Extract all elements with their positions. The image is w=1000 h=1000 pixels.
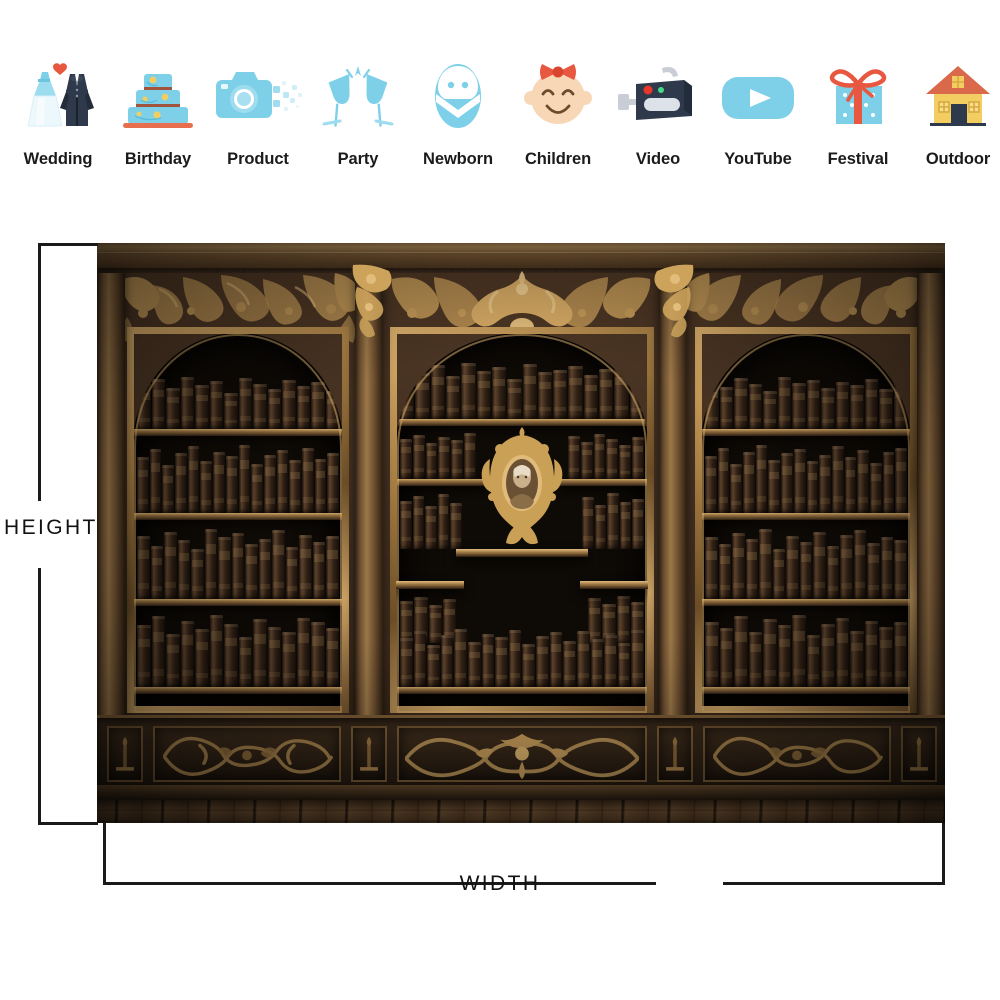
height-bracket-line-lower: [38, 568, 41, 825]
shelf-board: [701, 513, 911, 520]
book-row: [701, 529, 911, 599]
category-label: Children: [524, 150, 592, 168]
book-row: [701, 445, 911, 513]
shelf-board: [396, 479, 484, 486]
top-cornice-molding: [97, 243, 945, 269]
arched-opening-right: [701, 333, 911, 707]
category-label: Video: [635, 150, 681, 168]
base-panel-carved: [153, 726, 341, 782]
product-photo[interactable]: [97, 243, 945, 823]
category-label: Festival: [827, 150, 889, 168]
category-label: Wedding: [23, 150, 93, 168]
base-panel-carved-center: [397, 726, 647, 782]
category-item-youtube[interactable]: YouTube: [708, 48, 808, 169]
book-row: [133, 445, 343, 513]
base-panel-small: [657, 726, 693, 782]
shelf-board: [560, 479, 648, 486]
camera-icon: [208, 48, 308, 136]
base-panel-carved: [703, 726, 891, 782]
pilaster-column-right: [659, 273, 687, 721]
book-row: [701, 377, 911, 429]
bookcase-bay-right: [682, 273, 925, 715]
width-label: WIDTH: [459, 872, 541, 895]
category-item-newborn[interactable]: Newborn: [408, 48, 508, 169]
book-row: [396, 629, 648, 687]
category-label: Party: [337, 150, 379, 168]
base-panel-small: [351, 726, 387, 782]
shelf-board: [396, 687, 648, 694]
base-panel-small: [901, 726, 937, 782]
swaddled-baby-icon: [408, 48, 508, 136]
category-item-birthday[interactable]: Birthday: [108, 48, 208, 169]
wooden-floor: [97, 800, 945, 823]
base-panel-small: [107, 726, 143, 782]
category-item-festival[interactable]: Festival: [808, 48, 908, 169]
book-row: [396, 433, 480, 479]
book-row: [701, 615, 911, 687]
shelf-board: [133, 599, 343, 606]
child-face-bow-icon: [508, 48, 608, 136]
book-row: [133, 615, 343, 687]
shelf-board: [701, 429, 911, 436]
book-row: [133, 529, 343, 599]
height-bracket-line-upper: [38, 243, 41, 501]
gift-box-icon: [808, 48, 908, 136]
arched-opening-left: [133, 333, 343, 707]
shelf-board: [133, 429, 343, 436]
center-floating-shelf: [396, 581, 464, 589]
height-label: HEIGHT: [4, 516, 98, 539]
bookcase-bay-center: [382, 271, 662, 715]
category-item-product[interactable]: Product: [208, 48, 308, 169]
category-item-video[interactable]: Video: [608, 48, 708, 169]
birthday-cake-icon: [108, 48, 208, 136]
book-row: [133, 377, 343, 429]
bookcase-bay-left: [119, 273, 362, 715]
pilaster-column-edge-right: [917, 273, 945, 721]
center-floating-shelf: [580, 581, 648, 589]
pilaster-column-edge-left: [97, 273, 125, 721]
book-row: [564, 433, 648, 479]
shelf-board: [133, 687, 343, 694]
height-bracket-arm-top: [38, 243, 98, 246]
category-label: Birthday: [124, 150, 192, 168]
category-item-party[interactable]: Party: [308, 48, 408, 169]
category-item-wedding[interactable]: Wedding: [8, 48, 108, 169]
plinth-skirting: [97, 785, 945, 800]
oval-portrait-frame: [480, 425, 564, 555]
shelf-board: [133, 513, 343, 520]
youtube-play-icon: [708, 48, 808, 136]
category-label: Product: [227, 150, 289, 168]
category-strip: Wedding Birthday Product Party Newborn C…: [0, 48, 1000, 198]
category-item-outdoor[interactable]: Outdoor: [908, 48, 1000, 169]
category-label: YouTube: [724, 150, 792, 168]
category-item-children[interactable]: Children: [508, 48, 608, 169]
house-icon: [908, 48, 1000, 136]
pilaster-column-left: [355, 273, 383, 721]
category-label: Newborn: [423, 150, 493, 168]
shelf-board: [701, 687, 911, 694]
champagne-glasses-icon: [308, 48, 408, 136]
book-row: [396, 493, 466, 549]
height-bracket-arm-bottom: [38, 822, 98, 825]
video-camera-icon: [608, 48, 708, 136]
wedding-dress-suit-icon: [8, 48, 108, 136]
shelf-board: [701, 599, 911, 606]
carved-base-band: [97, 715, 945, 789]
category-label: Outdoor: [925, 150, 991, 168]
book-row: [578, 493, 648, 549]
book-row: [396, 363, 648, 419]
